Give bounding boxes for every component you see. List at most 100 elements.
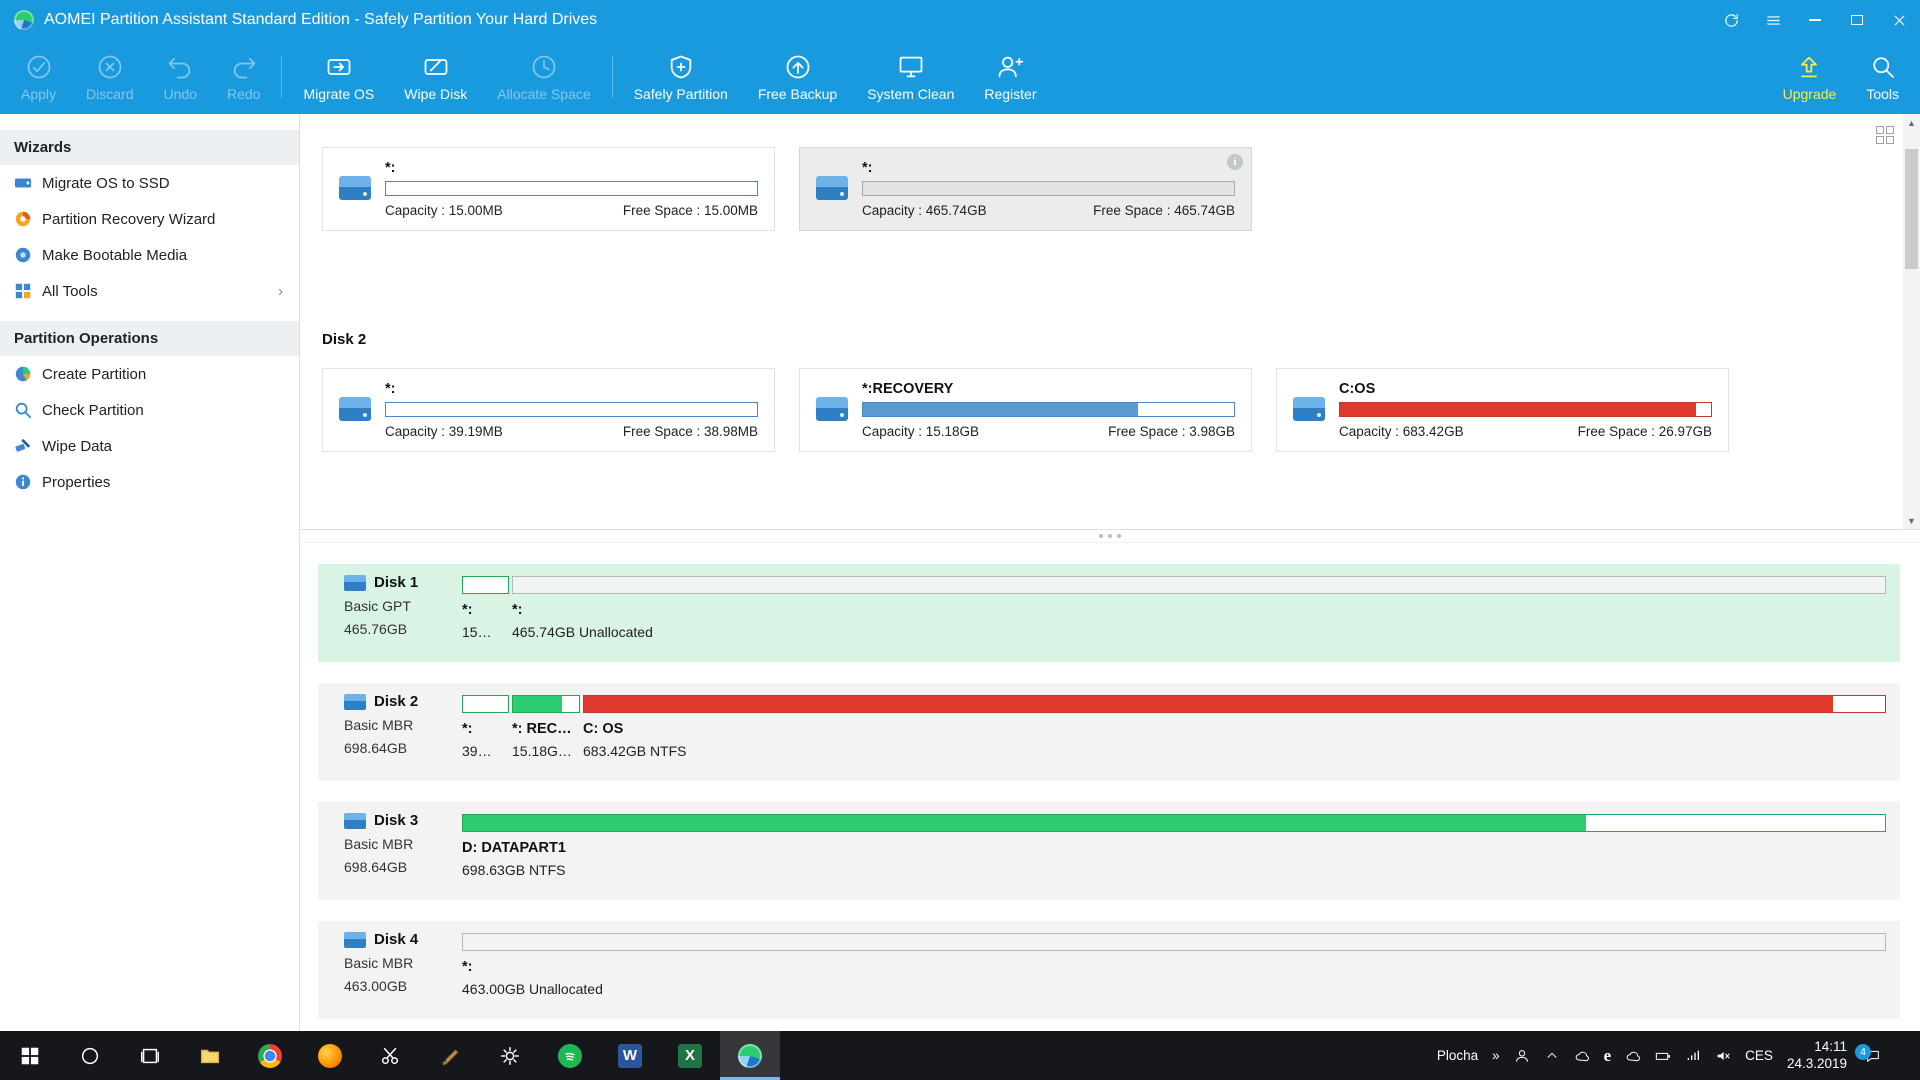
snipping-tool-button[interactable] [360, 1031, 420, 1080]
partition-block[interactable]: *: REC… 15.18G… [512, 693, 580, 781]
sidebar-item-all-tools[interactable]: All Tools › [0, 273, 299, 309]
disk-row-2[interactable]: Disk 2 Basic MBR 698.64GB *: 39… *: REC…… [318, 683, 1900, 781]
spotify-button[interactable] [540, 1031, 600, 1080]
panel-splitter[interactable] [300, 529, 1920, 543]
scrollbar-thumb[interactable] [1905, 149, 1918, 269]
scroll-up-arrow[interactable]: ▲ [1903, 114, 1920, 131]
desktop-toolbar-label[interactable]: Plocha [1437, 1048, 1478, 1063]
minimize-button[interactable] [1794, 0, 1836, 40]
partition-label: *: [462, 959, 1886, 975]
content-area: Wizards Migrate OS to SSD Partition Reco… [0, 114, 1920, 1031]
sidebar-item-create-partition[interactable]: Create Partition [0, 356, 299, 392]
partition-card-selected[interactable]: i *: Capacity : 465.74GB Free Space : 46… [799, 147, 1252, 231]
sidebar: Wizards Migrate OS to SSD Partition Reco… [0, 114, 300, 1031]
notification-center-button[interactable]: 4 [1861, 1048, 1891, 1064]
disk-row-1[interactable]: Disk 1 Basic GPT 465.76GB *: 15… *: 465.… [318, 564, 1900, 662]
disk-size: 465.76GB [344, 621, 462, 637]
system-clean-button[interactable]: System Clean [852, 40, 969, 114]
wipe-disk-button[interactable]: Wipe Disk [389, 40, 482, 114]
partition-bar [462, 933, 1886, 951]
register-button[interactable]: Register [969, 40, 1051, 114]
view-toggle-icon[interactable] [1876, 126, 1894, 144]
sidebar-item-migrate-os-to-ssd[interactable]: Migrate OS to SSD [0, 165, 299, 201]
scroll-down-arrow[interactable]: ▼ [1903, 512, 1920, 529]
partition-bar [512, 695, 580, 713]
toolbar-overflow-chevron[interactable]: » [1492, 1048, 1500, 1063]
sidebar-item-wipe-data[interactable]: Wipe Data [0, 428, 299, 464]
close-button[interactable] [1878, 0, 1920, 40]
partition-block[interactable]: *: 463.00GB Unallocated [462, 931, 1886, 1019]
notification-badge: 4 [1855, 1044, 1871, 1060]
scrollbar-track[interactable] [1903, 131, 1920, 512]
time-label: 14:11 [1787, 1039, 1847, 1056]
disk-row-4[interactable]: Disk 4 Basic MBR 463.00GB *: 463.00GB Un… [318, 921, 1900, 1019]
tools-label: Tools [1866, 86, 1899, 102]
firefox-button[interactable] [300, 1031, 360, 1080]
migrate-os-button[interactable]: Migrate OS [288, 40, 389, 114]
battery-icon[interactable] [1655, 1048, 1671, 1064]
discard-button[interactable]: Discard [71, 40, 148, 114]
drive-icon [816, 176, 848, 200]
search-button[interactable] [60, 1031, 120, 1080]
file-explorer-button[interactable] [180, 1031, 240, 1080]
partition-block[interactable]: *: 15… [462, 574, 509, 662]
sidebar-item-make-bootable-media[interactable]: Make Bootable Media [0, 237, 299, 273]
clock[interactable]: 14:11 24.3.2019 [1787, 1039, 1847, 1073]
free-space-label: Free Space : 15.00MB [623, 203, 758, 218]
undo-button[interactable]: Undo [149, 40, 212, 114]
partition-block[interactable]: C: OS 683.42GB NTFS [583, 693, 1886, 781]
disk-row-3[interactable]: Disk 3 Basic MBR 698.64GB D: DATAPART1 6… [318, 802, 1900, 900]
word-button[interactable]: W [600, 1031, 660, 1080]
cloud-icon[interactable] [1574, 1048, 1590, 1064]
chrome-button[interactable] [240, 1031, 300, 1080]
edge-icon[interactable]: e [1604, 1046, 1612, 1066]
volume-muted-icon[interactable] [1715, 1048, 1731, 1064]
partition-block[interactable]: D: DATAPART1 698.63GB NTFS [462, 812, 1886, 900]
paint-app-button[interactable] [420, 1031, 480, 1080]
onedrive-cloud-icon[interactable] [1625, 1048, 1641, 1064]
usage-bar [1339, 402, 1712, 417]
sidebar-item-properties[interactable]: Properties [0, 464, 299, 500]
info-icon[interactable]: i [1227, 154, 1243, 170]
capacity-label: Capacity : 465.74GB [862, 203, 987, 218]
partition-label: D: DATAPART1 [462, 840, 1886, 856]
free-space-label: Free Space : 3.98GB [1108, 424, 1235, 439]
disk-icon [344, 813, 366, 829]
free-backup-button[interactable]: Free Backup [743, 40, 852, 114]
upgrade-button[interactable]: Upgrade [1768, 40, 1852, 114]
apply-button[interactable]: Apply [6, 40, 71, 114]
language-indicator[interactable]: CES [1745, 1048, 1773, 1063]
people-icon[interactable] [1514, 1048, 1530, 1064]
partition-card[interactable]: *: Capacity : 15.00MB Free Space : 15.00… [322, 147, 775, 231]
network-icon[interactable] [1685, 1048, 1701, 1064]
start-button[interactable] [0, 1031, 60, 1080]
partition-block-selected[interactable]: *: 465.74GB Unallocated [512, 574, 1886, 662]
settings-app-button[interactable] [480, 1031, 540, 1080]
excel-button[interactable]: X [660, 1031, 720, 1080]
task-view-button[interactable] [120, 1031, 180, 1080]
sidebar-item-label: Partition Recovery Wizard [42, 211, 215, 228]
sidebar-item-check-partition[interactable]: Check Partition [0, 392, 299, 428]
menu-button[interactable] [1752, 0, 1794, 40]
partition-card[interactable]: *: Capacity : 39.19MB Free Space : 38.98… [322, 368, 775, 452]
upper-scrollbar[interactable]: ▲ ▼ [1903, 114, 1920, 529]
partition-card[interactable]: C:OS Capacity : 683.42GB Free Space : 26… [1276, 368, 1729, 452]
partition-card[interactable]: *:RECOVERY Capacity : 15.18GB Free Space… [799, 368, 1252, 452]
discard-x-icon [96, 53, 124, 81]
partition-block[interactable]: *: 39… [462, 693, 509, 781]
tray-chevron-up-icon[interactable] [1544, 1048, 1560, 1064]
window-title: AOMEI Partition Assistant Standard Editi… [44, 11, 597, 29]
allocate-space-button[interactable]: Allocate Space [482, 40, 605, 114]
redo-button[interactable]: Redo [212, 40, 275, 114]
tools-button[interactable]: Tools [1851, 40, 1914, 114]
maximize-button[interactable] [1836, 0, 1878, 40]
disk-name: Disk 2 [374, 693, 418, 710]
excel-icon: X [678, 1044, 702, 1068]
aomei-taskbar-button[interactable] [720, 1031, 780, 1080]
safely-partition-button[interactable]: Safely Partition [619, 40, 743, 114]
refresh-button[interactable] [1710, 0, 1752, 40]
sidebar-item-partition-recovery-wizard[interactable]: Partition Recovery Wizard [0, 201, 299, 237]
windows-logo-icon [19, 1045, 41, 1067]
allocate-space-icon [530, 53, 558, 81]
disk-type: Basic GPT [344, 598, 462, 614]
